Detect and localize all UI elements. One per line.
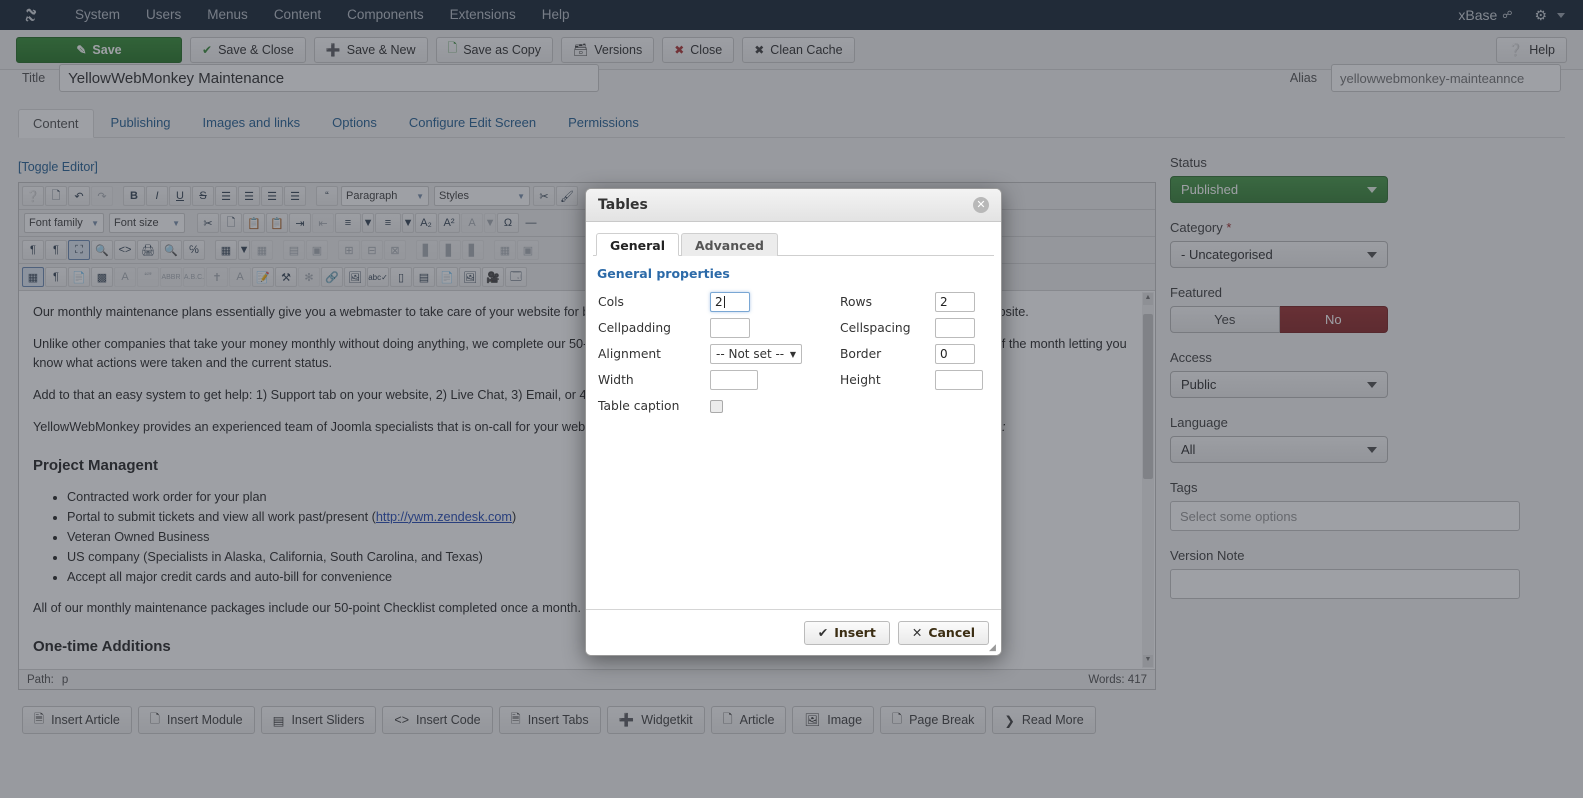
table-caption-field-cell bbox=[710, 393, 840, 419]
height-field-cell bbox=[935, 367, 994, 393]
border-label: Border bbox=[840, 347, 882, 361]
cellspacing-input[interactable] bbox=[935, 318, 975, 338]
width-label: Width bbox=[598, 373, 634, 387]
check-icon: ✔ bbox=[817, 625, 829, 640]
height-input[interactable] bbox=[935, 370, 983, 390]
cancel-label: Cancel bbox=[928, 625, 975, 640]
cellpadding-field-cell bbox=[710, 315, 840, 341]
alignment-field-cell: -- Not set -- ▼ bbox=[710, 341, 840, 367]
width-input[interactable] bbox=[710, 370, 758, 390]
cols-value: 2 bbox=[715, 295, 723, 309]
dialog-footer: ✔ Insert ✕ Cancel ◢ bbox=[586, 609, 1001, 655]
alignment-value: -- Not set -- bbox=[716, 347, 785, 361]
cols-label: Cols bbox=[598, 295, 624, 309]
close-icon[interactable]: ✕ bbox=[973, 197, 989, 213]
table-caption-label: Table caption bbox=[598, 399, 680, 413]
cellspacing-field-cell bbox=[935, 315, 994, 341]
insert-button[interactable]: ✔ Insert bbox=[803, 620, 890, 645]
alignment-label: Alignment bbox=[598, 347, 662, 361]
cancel-button[interactable]: ✕ Cancel bbox=[897, 620, 989, 645]
cols-input[interactable]: 2 bbox=[710, 292, 750, 312]
rows-input[interactable]: 2 bbox=[935, 292, 975, 312]
resize-grip-icon[interactable]: ◢ bbox=[989, 643, 999, 653]
cols-field-cell: 2 bbox=[710, 289, 840, 315]
dialog-tabs: General Advanced bbox=[593, 232, 994, 256]
cellpadding-input[interactable] bbox=[710, 318, 750, 338]
text-cursor bbox=[723, 296, 725, 308]
chevron-down-icon: ▼ bbox=[789, 349, 796, 359]
close-icon: ✕ bbox=[911, 625, 923, 640]
table-caption-checkbox[interactable] bbox=[710, 399, 723, 413]
height-label: Height bbox=[840, 373, 881, 387]
border-input[interactable]: 0 bbox=[935, 344, 975, 364]
insert-label: Insert bbox=[834, 625, 876, 640]
alignment-select[interactable]: -- Not set -- ▼ bbox=[710, 344, 802, 364]
dialog-body: General Advanced General properties Cols… bbox=[586, 222, 1001, 609]
general-properties-grid: Cols 2 Rows 2 Cellpadding Cellspacing Al… bbox=[593, 289, 994, 419]
grid-filler bbox=[840, 393, 935, 419]
tables-dialog: Tables ✕ General Advanced General proper… bbox=[585, 188, 1002, 656]
border-value: 0 bbox=[940, 347, 948, 361]
rows-value: 2 bbox=[940, 295, 948, 309]
width-field-cell bbox=[710, 367, 840, 393]
cellpadding-label: Cellpadding bbox=[598, 321, 671, 335]
rows-label: Rows bbox=[840, 295, 872, 309]
dialog-tab-general[interactable]: General bbox=[596, 233, 679, 256]
cellspacing-label: Cellspacing bbox=[840, 321, 911, 335]
grid-filler bbox=[935, 393, 994, 419]
general-properties-heading: General properties bbox=[597, 266, 730, 281]
rows-field-cell: 2 bbox=[935, 289, 994, 315]
dialog-title: Tables bbox=[598, 197, 648, 213]
dialog-header[interactable]: Tables ✕ bbox=[586, 189, 1001, 222]
border-field-cell: 0 bbox=[935, 341, 994, 367]
dialog-tab-advanced[interactable]: Advanced bbox=[681, 233, 778, 256]
